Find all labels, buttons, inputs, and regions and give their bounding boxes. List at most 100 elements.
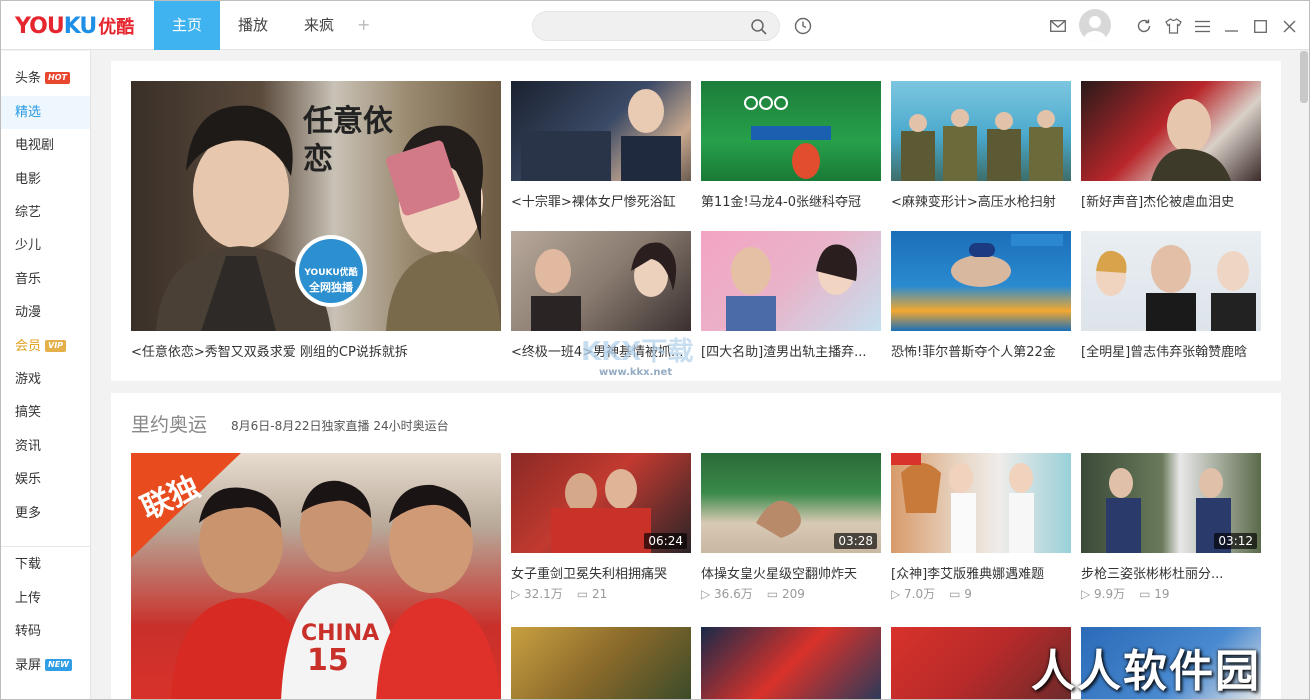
play-count-value: 9.9万	[1094, 587, 1125, 601]
comment-count: ▭ 9	[949, 587, 972, 601]
sidebar-divider	[1, 546, 90, 547]
play-count: ▷ 36.6万	[701, 587, 753, 601]
sidebar-item-label: 头条	[15, 71, 41, 86]
thumb-art	[1081, 81, 1261, 181]
olympics-tile-title[interactable]: [众神]李艾版雅典娜遇难题	[891, 563, 1071, 582]
thumb-art	[511, 231, 691, 331]
comment-count-value: 209	[782, 587, 805, 601]
user-avatar[interactable]	[1079, 9, 1111, 41]
featured-tile-title[interactable]: <十宗罪>裸体女尸惨死浴缸	[511, 191, 691, 210]
youku-window: YOUKU 优酷 主页 播放 来疯 +	[0, 0, 1310, 700]
site-watermark: 人人软件园	[1031, 635, 1261, 699]
featured-thumbnail[interactable]	[511, 81, 691, 181]
search-input[interactable]	[547, 18, 747, 36]
sidebar-item-record[interactable]: 录屏NEW	[1, 649, 90, 682]
sidebar-item-music[interactable]: 音乐	[1, 263, 90, 296]
sidebar-item-tv[interactable]: 电视剧	[1, 129, 90, 162]
thumb-art	[511, 81, 691, 181]
sidebar-item-kids[interactable]: 少儿	[1, 229, 90, 262]
jersey-number: 15	[307, 643, 349, 678]
play-count: ▷ 32.1万	[511, 587, 563, 601]
featured-main-title[interactable]: <任意依恋>秀智又双叒求爱 刚组的CP说拆就拆	[131, 341, 501, 360]
scrollbar[interactable]	[1297, 51, 1309, 700]
thumb-art	[1081, 231, 1261, 331]
close-icon[interactable]	[1279, 16, 1299, 36]
sidebar-item-anime[interactable]: 动漫	[1, 296, 90, 329]
play-count-value: 7.0万	[904, 587, 935, 601]
tile-stats: ▷ 7.0万 ▭ 9	[891, 585, 986, 602]
play-count: ▷ 7.0万	[891, 587, 935, 601]
play-count-value: 32.1万	[524, 587, 563, 601]
search-icon[interactable]	[749, 17, 769, 37]
thumb-art	[701, 231, 881, 331]
sidebar-item-news[interactable]: 资讯	[1, 430, 90, 463]
olympics-tile-title[interactable]: 体操女皇火星级空翻帅炸天	[701, 563, 881, 582]
sidebar-item-download[interactable]: 下载	[1, 548, 90, 581]
featured-thumbnail[interactable]	[891, 231, 1071, 331]
olympics-thumbnail[interactable]: 03:28	[701, 453, 881, 553]
olympics-tile-title[interactable]: 步枪三姿张彬彬杜丽分...	[1081, 563, 1261, 582]
tab-home[interactable]: 主页	[154, 1, 220, 50]
mail-icon[interactable]	[1048, 16, 1068, 36]
thumb-art	[701, 81, 881, 181]
featured-thumbnail[interactable]	[1081, 81, 1261, 181]
sidebar-item-games[interactable]: 游戏	[1, 363, 90, 396]
olympics-tile-title[interactable]: 女子重剑卫冕失利相拥痛哭	[511, 563, 691, 582]
play-count: ▷ 9.9万	[1081, 587, 1125, 601]
menu-icon[interactable]	[1192, 16, 1212, 36]
featured-tile-title[interactable]: [四大名助]渣男出轨主播弃...	[701, 341, 881, 360]
tab-play[interactable]: 播放	[223, 1, 283, 50]
sidebar-item-movies[interactable]: 电影	[1, 163, 90, 196]
sidebar-item-more[interactable]: 更多	[1, 497, 90, 530]
featured-tile-title[interactable]: <麻辣变形计>高压水枪扫射	[891, 191, 1071, 210]
minimize-icon[interactable]	[1221, 16, 1241, 36]
sidebar-item-entertainment[interactable]: 娱乐	[1, 463, 90, 496]
poster-exclusive: 全网独播	[303, 279, 359, 295]
poster-brand: YOUKU优酷	[303, 265, 359, 278]
comment-count-value: 21	[592, 587, 607, 601]
featured-tile-title[interactable]: [全明星]曾志伟弃张翰赞鹿晗	[1081, 341, 1261, 360]
scrollbar-thumb[interactable]	[1300, 51, 1308, 103]
refresh-icon[interactable]	[1134, 16, 1154, 36]
featured-tile-title[interactable]: [新好声音]杰伦被虐血泪史	[1081, 191, 1261, 210]
olympics-thumbnail[interactable]: 03:12	[1081, 453, 1261, 553]
comment-count: ▭ 19	[1139, 587, 1169, 601]
sidebar-item-headlines[interactable]: 头条HOT	[1, 62, 90, 95]
olympics-section-title[interactable]: 里约奥运	[131, 410, 207, 437]
olympics-main-thumbnail[interactable]: 联独 CHINA 15	[131, 453, 501, 700]
maximize-icon[interactable]	[1250, 16, 1270, 36]
history-clock-icon[interactable]	[793, 16, 813, 36]
logo-wordmark: YOUKU	[15, 14, 96, 39]
olympics-thumbnail[interactable]	[701, 627, 881, 700]
skin-shirt-icon[interactable]	[1163, 16, 1183, 36]
olympics-thumbnail[interactable]	[891, 453, 1071, 553]
thumb-art	[891, 231, 1071, 331]
comment-count: ▭ 21	[577, 587, 607, 601]
sidebar-item-transcode[interactable]: 转码	[1, 615, 90, 648]
sidebar-item-variety[interactable]: 综艺	[1, 196, 90, 229]
search-box[interactable]	[532, 11, 780, 41]
duration-badge: 03:28	[834, 533, 877, 549]
sidebar-item-label: 会员	[15, 339, 41, 354]
sidebar-item-funny[interactable]: 搞笑	[1, 396, 90, 429]
olympics-thumbnail[interactable]: 06:24	[511, 453, 691, 553]
olympics-thumbnail[interactable]	[511, 627, 691, 700]
featured-thumbnail[interactable]	[1081, 231, 1261, 331]
sidebar-item-upload[interactable]: 上传	[1, 582, 90, 615]
featured-thumbnail[interactable]	[701, 231, 881, 331]
featured-tile-title[interactable]: 恐怖!菲尔普斯夺个人第22金	[891, 341, 1071, 360]
tile-stats: ▷ 32.1万 ▭ 21	[511, 585, 621, 602]
vip-badge: VIP	[45, 340, 66, 352]
tab-laifeng[interactable]: 来疯	[289, 1, 349, 50]
featured-main-thumbnail[interactable]: 任意依恋 YOUKU优酷 全网独播	[131, 81, 501, 331]
featured-tile-title[interactable]: 第11金!马龙4-0张继科夺冠	[701, 191, 881, 210]
add-tab-icon[interactable]: +	[357, 15, 370, 34]
kkx-watermark-url: www.kkx.net	[599, 367, 672, 378]
tile-stats: ▷ 36.6万▭ 209	[701, 585, 819, 602]
featured-thumbnail[interactable]	[891, 81, 1071, 181]
featured-thumbnail[interactable]	[511, 231, 691, 331]
sidebar-item-membership[interactable]: 会员 VIP	[1, 330, 90, 363]
featured-thumbnail[interactable]	[701, 81, 881, 181]
sidebar-item-featured[interactable]: 精选	[1, 96, 90, 129]
youku-logo[interactable]: YOUKU 优酷	[15, 12, 134, 40]
